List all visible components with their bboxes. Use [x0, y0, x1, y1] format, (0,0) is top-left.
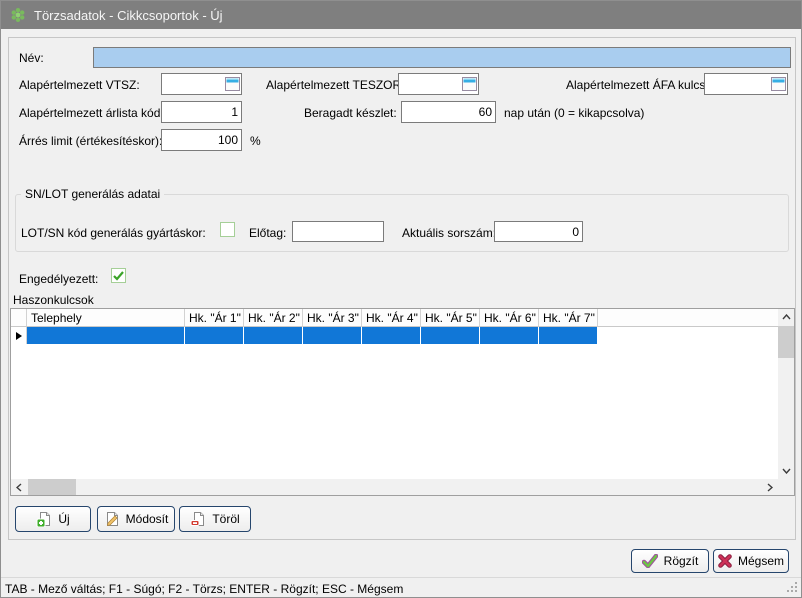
teszor-input[interactable]: [399, 77, 461, 91]
statusbar: TAB - Mező váltás; F1 - Súgó; F2 - Törzs…: [1, 577, 801, 598]
scroll-down-button[interactable]: [778, 463, 794, 479]
column-header-hk-ar6[interactable]: Hk. "Ár 6": [480, 309, 539, 327]
selected-row-cell-hk-ar5[interactable]: [421, 327, 480, 344]
delete-document-icon: [190, 511, 206, 527]
torol-button-label: Töröl: [212, 512, 239, 526]
scroll-left-button[interactable]: [11, 479, 27, 495]
vtsz-label: Alapértelmezett VTSZ:: [19, 77, 140, 93]
current-row-arrow-icon: [16, 332, 22, 340]
arres-input[interactable]: [161, 129, 242, 151]
elotag-input[interactable]: [292, 221, 384, 242]
selected-row-cell-hk-ar6[interactable]: [480, 327, 539, 344]
vtsz-input[interactable]: [162, 77, 224, 91]
table-lookup-icon: [771, 77, 786, 91]
scroll-right-button[interactable]: [762, 479, 778, 495]
column-header-telephely[interactable]: Telephely: [27, 309, 185, 327]
vtsz-lookup-button[interactable]: [224, 74, 241, 94]
column-header-hk-ar2[interactable]: Hk. "Ár 2": [244, 309, 303, 327]
teszor-field: [398, 73, 479, 95]
horizontal-scrollbar-thumb[interactable]: [28, 479, 76, 495]
selected-row-cell-hk-ar7[interactable]: [539, 327, 598, 344]
sorszam-label: Aktuális sorszám:: [402, 225, 496, 241]
column-header-hk-ar4[interactable]: Hk. "Ár 4": [362, 309, 421, 327]
column-header-hk-ar7[interactable]: Hk. "Ár 7": [539, 309, 598, 327]
vertical-scrollbar-thumb[interactable]: [778, 326, 794, 358]
nev-label: Név:: [19, 50, 44, 66]
new-document-icon: [36, 511, 52, 527]
selected-row-cell-hk-ar3[interactable]: [303, 327, 362, 344]
elotag-label: Előtag:: [249, 225, 286, 241]
lotsn-label: LOT/SN kód generálás gyártáskor:: [21, 225, 206, 241]
column-header-hk-ar1[interactable]: Hk. "Ár 1": [185, 309, 244, 327]
scroll-up-button[interactable]: [778, 309, 794, 325]
modosit-button[interactable]: Módosít: [97, 506, 175, 532]
sorszam-input[interactable]: [494, 221, 583, 242]
snlot-group-title: SN/LOT generálás adatai: [21, 187, 164, 201]
arres-suffix: %: [250, 133, 261, 149]
chevron-left-icon: [16, 483, 22, 492]
resize-grip[interactable]: [786, 581, 798, 596]
window-title: Törzsadatok - Cikkcsoportok - Új: [34, 8, 223, 23]
uj-button[interactable]: Új: [15, 506, 91, 532]
titlebar[interactable]: Törzsadatok - Cikkcsoportok - Új: [1, 1, 801, 29]
table-lookup-icon: [462, 77, 477, 91]
selected-row-cell-hk-ar4[interactable]: [362, 327, 421, 344]
chevron-down-icon: [782, 468, 791, 474]
haszonkulcsok-label: Haszonkulcsok: [13, 292, 94, 308]
selected-row-cell-telephely[interactable]: [27, 327, 185, 344]
column-header-indicator: [11, 309, 27, 327]
beragadt-suffix: nap után (0 = kikapcsolva): [504, 105, 644, 121]
afa-field: [704, 73, 788, 95]
megsem-button-label: Mégsem: [738, 554, 784, 568]
haszonkulcsok-table: Telephely Hk. "Ár 1" Hk. "Ár 2" Hk. "Ár …: [10, 308, 795, 496]
beragadt-label: Beragadt készlet:: [304, 105, 397, 121]
arlista-label: Alapértelmezett árlista kód:: [19, 105, 164, 121]
afa-label: Alapértelmezett ÁFA kulcs:: [566, 77, 709, 93]
column-header-filler: [598, 309, 778, 327]
snlot-groupbox: [15, 194, 789, 252]
afa-input[interactable]: [705, 77, 770, 91]
afa-lookup-button[interactable]: [770, 74, 787, 94]
dialog-window: Törzsadatok - Cikkcsoportok - Új Név: Al…: [0, 0, 802, 598]
arres-label: Árrés limit (értékesítéskor):: [19, 133, 162, 149]
cancel-x-icon: [718, 554, 732, 568]
engedelyezett-checkbox[interactable]: [111, 268, 126, 283]
nev-input[interactable]: [93, 47, 791, 68]
engedelyezett-label: Engedélyezett:: [19, 271, 98, 287]
teszor-lookup-button[interactable]: [461, 74, 478, 94]
selected-row-cell-hk-ar1[interactable]: [185, 327, 244, 344]
scrollbar-corner: [778, 479, 794, 495]
confirm-check-icon: [642, 554, 658, 568]
uj-button-label: Új: [58, 512, 69, 526]
beragadt-input[interactable]: [401, 101, 496, 123]
edit-document-icon: [104, 511, 120, 527]
statusbar-text: TAB - Mező váltás; F1 - Súgó; F2 - Törzs…: [5, 582, 403, 596]
vtsz-field: [161, 73, 242, 95]
chevron-right-icon: [767, 483, 773, 492]
lotsn-checkbox[interactable]: [220, 222, 235, 237]
modosit-button-label: Módosít: [126, 512, 169, 526]
app-flower-icon: [10, 7, 26, 23]
row-indicator-cell: [11, 327, 27, 344]
column-header-hk-ar5[interactable]: Hk. "Ár 5": [421, 309, 480, 327]
column-header-hk-ar3[interactable]: Hk. "Ár 3": [303, 309, 362, 327]
rogzit-button-label: Rögzít: [664, 554, 699, 568]
megsem-button[interactable]: Mégsem: [713, 549, 789, 573]
vertical-scrollbar[interactable]: [778, 309, 794, 479]
arlista-input[interactable]: [161, 101, 242, 123]
teszor-label: Alapértelmezett TESZOR:: [266, 77, 405, 93]
check-icon: [113, 271, 124, 281]
horizontal-scrollbar[interactable]: [11, 479, 778, 495]
table-lookup-icon: [225, 77, 240, 91]
torol-button[interactable]: Töröl: [179, 506, 251, 532]
rogzit-button[interactable]: Rögzít: [631, 549, 709, 573]
chevron-up-icon: [782, 314, 791, 320]
selected-row-cell-hk-ar2[interactable]: [244, 327, 303, 344]
